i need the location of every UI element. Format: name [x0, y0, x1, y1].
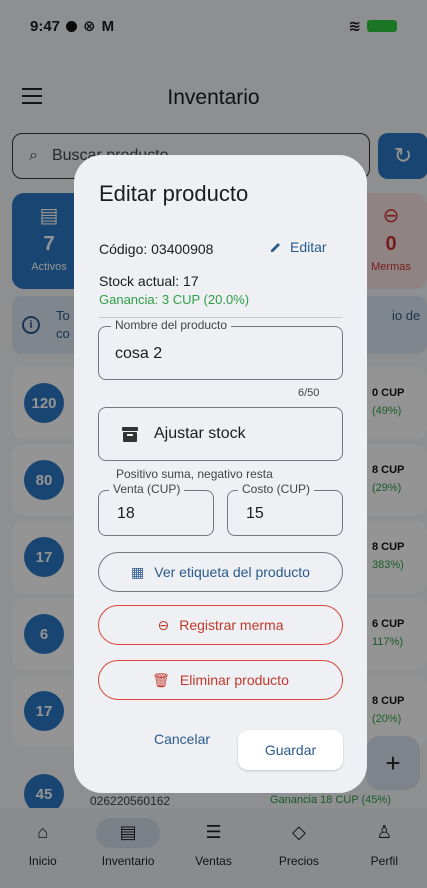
trash-icon: 🗑: [152, 671, 170, 688]
field-label: Nombre del producto: [111, 318, 232, 332]
button-label: Ver etiqueta del producto: [154, 564, 310, 580]
dialog-title: Editar producto: [99, 181, 249, 206]
register-waste-button[interactable]: ⊖ Registrar merma: [98, 605, 343, 645]
product-name-field[interactable]: Nombre del producto cosa 2: [98, 318, 343, 380]
field-label: Venta (CUP): [109, 482, 185, 496]
app-screen: 9:47 ⊗ M ≋ Inventario ⌕ Buscar producto …: [0, 0, 427, 888]
pencil-icon: [271, 243, 280, 252]
cancel-button[interactable]: Cancelar: [154, 731, 210, 747]
field-value: 18: [117, 505, 135, 522]
edit-code-button[interactable]: Editar: [270, 239, 327, 255]
adjust-stock-label: Ajustar stock: [154, 425, 246, 442]
button-label: Registrar merma: [179, 617, 284, 633]
stock-text: Stock actual: 17: [99, 273, 199, 289]
minus-circle-icon: ⊖: [157, 616, 170, 633]
save-button[interactable]: Guardar: [238, 730, 343, 770]
field-label: Costo (CUP): [238, 482, 315, 496]
view-label-button[interactable]: ▦ Ver etiqueta del producto: [98, 552, 343, 592]
edit-label: Editar: [290, 239, 327, 255]
adjust-hint: Positivo suma, negativo resta: [116, 467, 273, 481]
field-value: cosa 2: [115, 345, 163, 362]
sale-price-field[interactable]: Venta (CUP) 18: [98, 482, 214, 536]
field-value: 15: [246, 505, 264, 522]
cost-price-field[interactable]: Costo (CUP) 15: [227, 482, 343, 536]
gain-text: Ganancia: 3 CUP (20.0%): [99, 292, 250, 307]
archive-icon: [122, 427, 138, 442]
qr-code-icon: ▦: [131, 563, 145, 580]
product-code: Código: 03400908: [99, 241, 214, 257]
delete-product-button[interactable]: 🗑 Eliminar producto: [98, 660, 343, 700]
edit-product-dialog: Editar producto Código: 03400908 Editar …: [74, 155, 367, 793]
char-counter: 6/50: [298, 387, 320, 399]
button-label: Eliminar producto: [179, 672, 289, 688]
adjust-stock-field[interactable]: Ajustar stock: [98, 407, 343, 461]
